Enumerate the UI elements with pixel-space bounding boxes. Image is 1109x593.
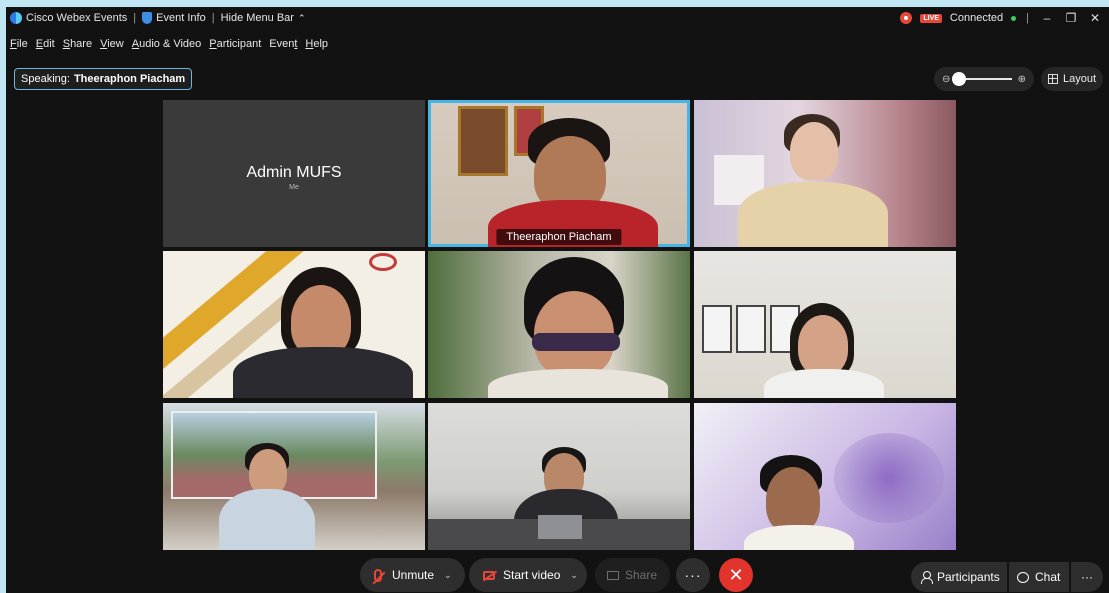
webex-window: Cisco Webex Events | Event Info | Hide M… <box>6 7 1109 593</box>
title-bar: Cisco Webex Events | Event Info | Hide M… <box>6 7 1109 29</box>
speaking-label: Speaking: <box>21 73 70 85</box>
participants-icon <box>921 571 933 584</box>
menu-help[interactable]: Help <box>301 38 332 50</box>
self-me-label: Me <box>289 184 299 191</box>
title-separator: | <box>211 12 215 24</box>
layout-button[interactable]: Layout <box>1041 67 1103 91</box>
more-icon: ··· <box>684 567 702 583</box>
menu-file[interactable]: File <box>6 38 32 50</box>
event-info-button[interactable]: Event Info <box>138 12 210 24</box>
laptop <box>538 515 582 539</box>
layout-label: Layout <box>1062 73 1097 85</box>
video-tile-participant[interactable] <box>163 251 425 398</box>
video-tile-active-speaker[interactable]: Theeraphon Piacham <box>428 100 690 247</box>
chevron-down-icon[interactable]: ⌄ <box>440 570 460 581</box>
zoom-slider-handle[interactable] <box>952 72 967 86</box>
share-button[interactable]: Share <box>595 558 670 592</box>
app-title: Cisco Webex Events <box>6 12 131 24</box>
participant-body <box>233 347 413 398</box>
participant-body <box>219 489 315 550</box>
menu-audio-video[interactable]: Audio & Video <box>128 38 206 50</box>
active-speaker-indicator: Speaking: Theeraphon Piacham <box>14 68 193 90</box>
chat-button[interactable]: Chat <box>1009 562 1069 592</box>
self-name: Admin MUFS <box>246 164 342 181</box>
webex-logo-icon <box>10 12 22 24</box>
logo-emblem <box>369 253 397 271</box>
camera-off-icon <box>483 570 495 580</box>
hide-menu-bar-button[interactable]: Hide Menu Bar ⌃ <box>217 12 310 24</box>
participants-label: Participants <box>937 570 1000 584</box>
participant-face <box>766 467 820 533</box>
mic-muted-icon <box>374 568 382 582</box>
video-tile-participant[interactable] <box>694 100 956 247</box>
participants-button[interactable]: Participants <box>911 562 1007 592</box>
menu-share[interactable]: Share <box>59 38 96 50</box>
title-separator: | <box>1026 12 1029 24</box>
minimize-icon[interactable]: – <box>1039 11 1055 25</box>
share-label: Share <box>625 568 658 582</box>
hide-menu-label: Hide Menu Bar <box>220 12 294 24</box>
chevron-down-icon[interactable]: ⌄ <box>566 570 586 581</box>
participant-body <box>738 182 888 247</box>
share-screen-icon <box>607 570 619 580</box>
menu-view[interactable]: View <box>96 38 128 50</box>
menu-participant[interactable]: Participant <box>205 38 265 50</box>
menu-event[interactable]: Event <box>265 38 301 50</box>
wall-frame <box>702 305 732 353</box>
zoom-control: ⊖ ⊕ <box>934 67 1034 91</box>
video-tile-self[interactable]: Admin MUFS Me <box>163 100 425 247</box>
zoom-out-icon[interactable]: ⊖ <box>942 74 950 85</box>
app-name: Cisco Webex Events <box>26 12 128 24</box>
unmute-button[interactable]: Unmute ⌄ <box>360 558 465 592</box>
speaker-name-tag: Theeraphon Piacham <box>496 229 622 245</box>
participant-body <box>744 525 854 550</box>
more-options-button[interactable]: ··· <box>676 558 710 592</box>
video-tile-participant[interactable] <box>163 403 425 550</box>
record-icon[interactable] <box>900 12 913 24</box>
video-tile-participant[interactable] <box>428 251 690 398</box>
wall-picture <box>458 106 508 176</box>
grid-layout-icon <box>1047 74 1058 84</box>
close-icon[interactable]: ✕ <box>1087 11 1103 25</box>
participant-body <box>764 369 884 398</box>
zoom-in-icon[interactable]: ⊕ <box>1018 74 1026 85</box>
more-panels-button[interactable]: ··· <box>1071 562 1103 592</box>
background-flowers <box>834 433 944 523</box>
title-separator: | <box>133 12 137 24</box>
zoom-slider[interactable] <box>952 72 1012 86</box>
video-tile-participant[interactable] <box>428 403 690 550</box>
start-video-label: Start video <box>503 568 561 582</box>
wall-frame <box>736 305 766 353</box>
menu-edit[interactable]: Edit <box>32 38 59 50</box>
more-icon: ··· <box>1081 570 1093 584</box>
connection-status: Connected <box>949 12 1004 24</box>
close-icon: ✕ <box>728 564 744 585</box>
participant-face <box>798 315 848 375</box>
shield-icon <box>142 12 153 24</box>
chat-icon <box>1017 571 1029 583</box>
participant-glasses <box>532 333 620 351</box>
video-tile-participant[interactable] <box>694 403 956 550</box>
connected-dot-icon <box>1011 15 1017 21</box>
start-video-button[interactable]: Start video ⌄ <box>469 558 587 592</box>
leave-event-button[interactable]: ✕ <box>719 558 753 592</box>
chevron-up-icon: ⌃ <box>297 12 306 23</box>
unmute-label: Unmute <box>392 568 435 582</box>
chat-label: Chat <box>1035 570 1061 584</box>
event-info-label: Event Info <box>156 12 206 24</box>
title-right: LIVE Connected | – ❐ ✕ <box>900 7 1103 29</box>
speaking-name: Theeraphon Piacham <box>73 73 186 85</box>
restore-icon[interactable]: ❐ <box>1063 11 1079 25</box>
participant-face <box>790 122 838 180</box>
video-tile-participant[interactable] <box>694 251 956 398</box>
participant-body <box>488 369 668 398</box>
menu-bar: File Edit Share View Audio & Video Parti… <box>6 35 332 53</box>
live-badge: LIVE <box>920 13 942 23</box>
